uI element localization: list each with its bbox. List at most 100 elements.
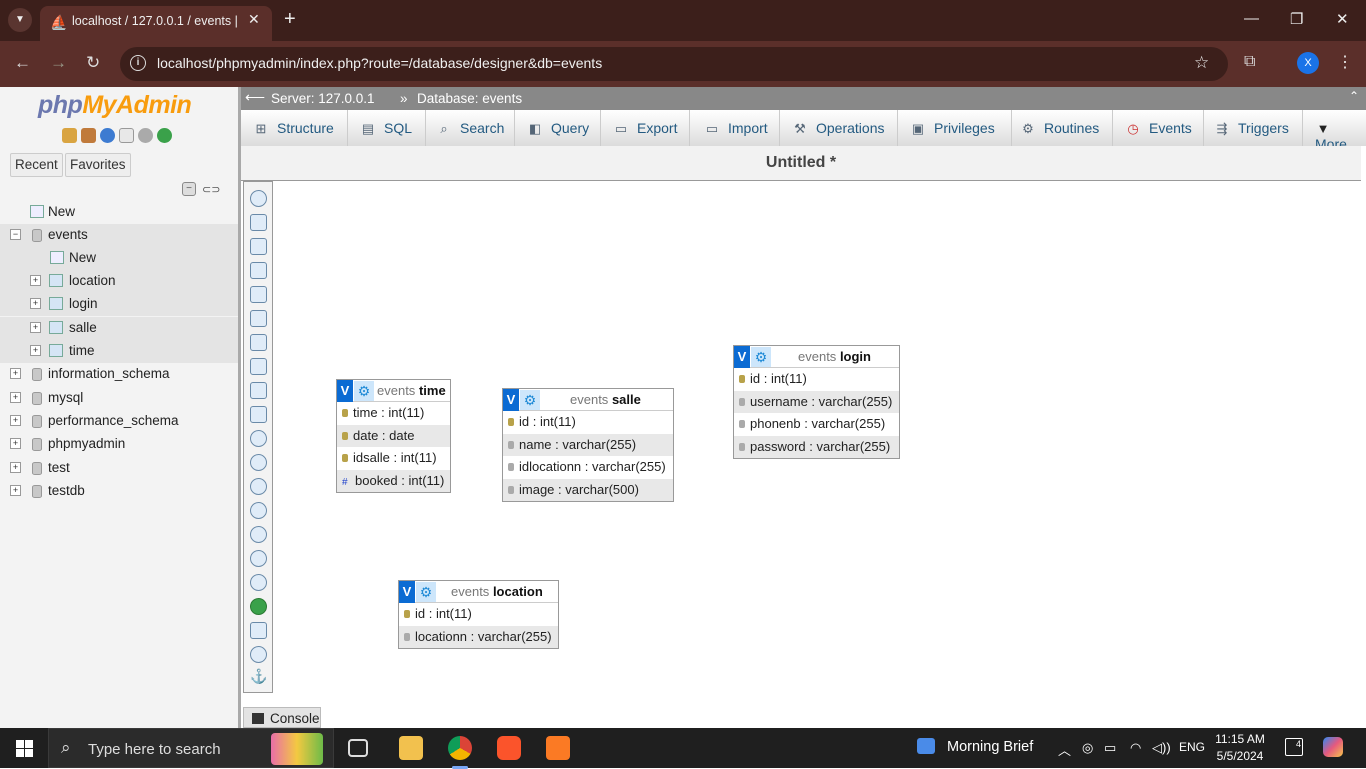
column-row[interactable]: image : varchar(500) (503, 478, 673, 501)
tab-search-button[interactable]: ▼ (8, 8, 32, 32)
designer-table-salle[interactable]: V ⚙ events salle id : int(11) name : var… (502, 388, 674, 502)
tree-item-new[interactable]: New (0, 201, 238, 224)
back-icon[interactable]: ← (14, 53, 31, 73)
new-tab-button[interactable]: + (284, 8, 296, 31)
toggle-columns-button[interactable]: V (399, 581, 415, 603)
expand-node-icon[interactable]: + (30, 345, 41, 356)
address-bar[interactable]: i localhost/phpmyadmin/index.php?route=/… (120, 47, 1228, 81)
column-row[interactable]: idsalle : int(11) (337, 447, 450, 470)
expand-node-icon[interactable]: + (10, 462, 21, 473)
tab-privileges[interactable]: ▣ Privileges (898, 110, 1012, 146)
tree-item-time[interactable]: + time (0, 340, 238, 363)
close-tab-icon[interactable]: ✕ (248, 11, 260, 28)
clock[interactable]: 11:15 AM 5/5/2024 (1212, 731, 1268, 765)
forward-icon[interactable]: → (50, 53, 67, 73)
table-options-gear-icon[interactable]: ⚙ (520, 390, 540, 410)
site-info-icon[interactable]: i (130, 55, 146, 71)
scroll-top-icon[interactable]: ⌃ (1349, 89, 1359, 103)
expand-node-icon[interactable]: + (10, 368, 21, 379)
meet-now-icon[interactable]: ◎ (1082, 740, 1093, 756)
wifi-icon[interactable]: ◠ (1130, 740, 1141, 756)
column-row[interactable]: idlocationn : varchar(255) (503, 456, 673, 479)
reload-nav-icon[interactable] (157, 128, 172, 143)
snap-grid-icon[interactable] (250, 526, 267, 543)
tree-item-salle[interactable]: + salle (0, 317, 238, 340)
toggle-columns-button[interactable]: V (337, 380, 353, 402)
fullscreen-icon[interactable] (250, 214, 267, 231)
phpmyadmin-logo[interactable]: phpMyAdmin (38, 91, 192, 120)
help-icon[interactable] (250, 478, 267, 495)
search-highlight-image[interactable] (271, 733, 323, 765)
column-row[interactable]: # booked : int(11) (337, 469, 450, 492)
task-view-icon[interactable] (348, 739, 368, 757)
exit-icon[interactable] (81, 128, 96, 143)
export-schema-icon[interactable] (250, 622, 267, 639)
expand-node-icon[interactable]: + (10, 438, 21, 449)
reload-icon[interactable]: ↻ (86, 53, 100, 73)
profile-avatar[interactable]: X (1297, 52, 1319, 74)
create-table-icon[interactable] (250, 382, 267, 399)
xampp-icon[interactable] (546, 736, 570, 760)
home-icon[interactable] (62, 128, 77, 143)
language-indicator[interactable]: ENG (1179, 740, 1205, 754)
notification-center-icon[interactable]: 4 (1285, 738, 1303, 756)
tree-item-performance-schema[interactable]: + performance_schema (0, 410, 238, 433)
table-options-gear-icon[interactable]: ⚙ (416, 582, 436, 602)
small-big-icon[interactable] (250, 550, 267, 567)
restore-icon[interactable]: ❐ (1290, 10, 1303, 28)
expand-node-icon[interactable]: + (30, 322, 41, 333)
reload-icon[interactable] (250, 430, 267, 447)
table-icon[interactable] (49, 274, 63, 287)
table-icon[interactable] (49, 344, 63, 357)
help-icon[interactable] (100, 128, 115, 143)
table-header[interactable]: V ⚙ events time (337, 380, 450, 402)
settings-gear-icon[interactable] (138, 128, 153, 143)
tree-item-test[interactable]: + test (0, 457, 238, 480)
refresh-icon[interactable] (250, 454, 267, 471)
collapse-node-icon[interactable]: − (10, 229, 21, 240)
tree-item-location[interactable]: + location (0, 270, 238, 293)
tab-query[interactable]: ◧ Query (515, 110, 601, 146)
tab-import[interactable]: ▭ Import (690, 110, 780, 146)
console-toggle[interactable]: Console (243, 707, 321, 728)
column-row[interactable]: phonenb : varchar(255) (734, 413, 899, 436)
save-icon[interactable] (250, 310, 267, 327)
table-header[interactable]: V ⚙ events salle (503, 389, 673, 411)
bookmark-star-icon[interactable]: ☆ (1194, 53, 1209, 73)
column-row[interactable]: password : varchar(255) (734, 435, 899, 458)
minimize-icon[interactable]: — (1244, 10, 1259, 27)
url-text[interactable]: localhost/phpmyadmin/index.php?route=/da… (157, 55, 602, 71)
chrome-icon[interactable] (448, 736, 472, 769)
close-window-icon[interactable]: ✕ (1336, 10, 1349, 28)
table-icon[interactable] (49, 321, 63, 334)
tree-item-events[interactable]: − events (0, 224, 238, 247)
expand-node-icon[interactable]: + (10, 485, 21, 496)
copilot-icon[interactable] (1323, 737, 1343, 757)
designer-table-location[interactable]: V ⚙ events location id : int(11) locatio… (398, 580, 559, 649)
show-hidden-icons-icon[interactable]: ︿ (1058, 740, 1071, 759)
column-row[interactable]: id : int(11) (503, 411, 673, 434)
tree-item-mysql[interactable]: + mysql (0, 387, 238, 410)
tab-search[interactable]: ⌕ Search (426, 110, 515, 146)
move-menu-icon[interactable]: ⚓ (250, 668, 267, 685)
collapse-all-icon[interactable]: − (182, 182, 196, 196)
tab-sql[interactable]: ▤ SQL (348, 110, 426, 146)
tree-item-login[interactable]: + login (0, 293, 238, 316)
file-explorer-icon[interactable] (399, 736, 423, 760)
toggle-small-big-icon[interactable] (250, 574, 267, 591)
relation-lines-icon[interactable] (250, 598, 267, 615)
collapse-nav-icon[interactable]: ⟵ (245, 89, 265, 106)
expand-node-icon[interactable]: + (10, 415, 21, 426)
tab-recent[interactable]: Recent (10, 153, 63, 177)
tab-structure[interactable]: ⊞ Structure (241, 110, 348, 146)
tree-item-events-new[interactable]: New (0, 247, 238, 270)
create-relation-icon[interactable] (250, 406, 267, 423)
extensions-puzzle-icon[interactable]: ⧉ (1244, 53, 1255, 71)
windows-start-icon[interactable] (16, 740, 33, 757)
tab-triggers[interactable]: ⇶ Triggers (1204, 110, 1303, 146)
angular-links-icon[interactable] (250, 502, 267, 519)
tree-item-information-schema[interactable]: + information_schema (0, 363, 238, 386)
new-page-icon[interactable] (250, 262, 267, 279)
browser-menu-icon[interactable]: ⋮ (1337, 52, 1353, 72)
column-row[interactable]: id : int(11) (399, 603, 558, 626)
